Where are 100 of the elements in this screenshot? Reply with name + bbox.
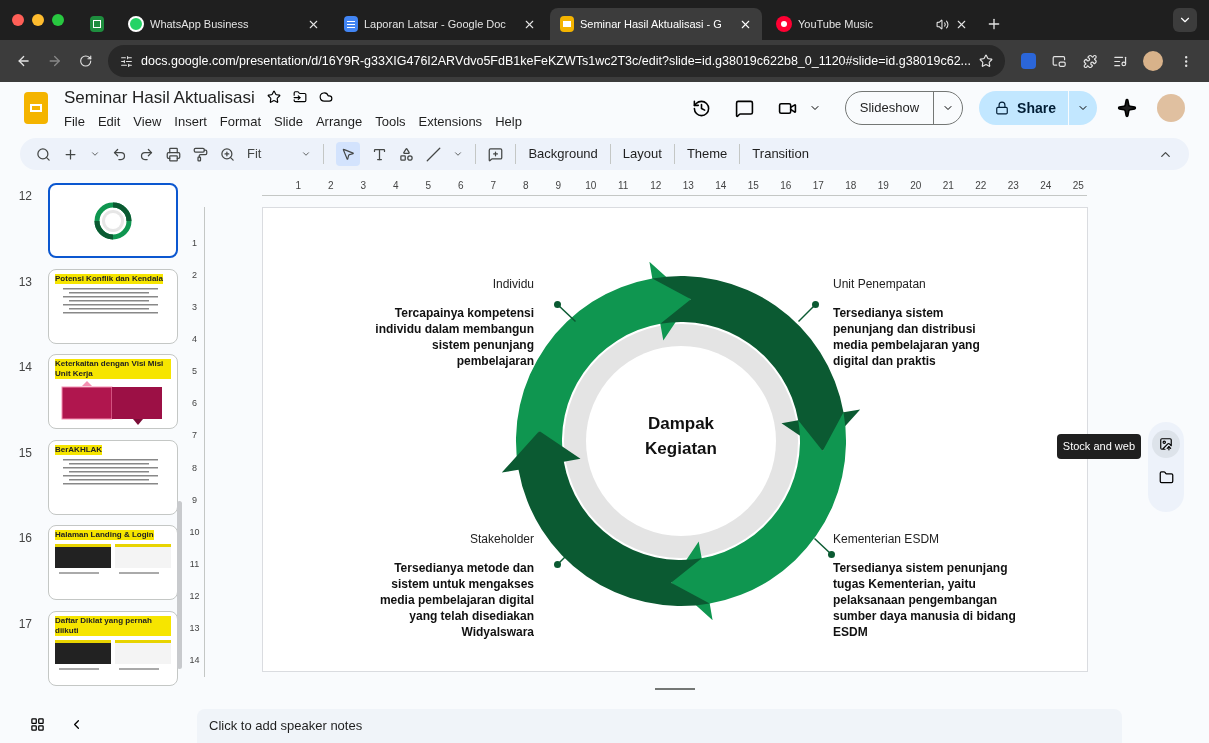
thumbnail-title: Daftar Diklat yang pernah diikuti (55, 615, 171, 636)
caret-icon[interactable] (90, 149, 100, 159)
stock-images-button[interactable] (1152, 430, 1180, 458)
menu-item[interactable]: File (64, 112, 85, 132)
add-comment-icon[interactable] (488, 146, 504, 162)
menu-item[interactable]: Slide (274, 112, 303, 132)
new-tab-icon[interactable] (986, 16, 1002, 32)
select-tool-button[interactable] (336, 142, 361, 166)
menu-item[interactable]: Format (219, 112, 261, 132)
print-icon[interactable] (166, 146, 181, 162)
toolbar-text-button[interactable]: Transition (752, 144, 809, 164)
ruler-number: 16 (780, 181, 792, 191)
browser-tab[interactable]: Seminar Hasil Aktualisasi - G (550, 8, 762, 40)
ruler-number: 11 (189, 559, 200, 569)
ruler-number: 17 (812, 181, 824, 191)
picture-in-picture-icon[interactable] (1052, 53, 1067, 69)
grid-view-icon[interactable] (30, 716, 45, 732)
undo-icon[interactable] (112, 146, 127, 162)
menu-item[interactable]: Help (495, 112, 522, 132)
slide-thumbnail[interactable]: Potensi Konflik dan Kendala (48, 268, 178, 344)
center-title: Dampak Kegiatan (644, 413, 718, 460)
comment-icon[interactable] (734, 98, 754, 118)
zoom-dropdown[interactable]: Fit (247, 144, 312, 164)
reload-icon[interactable] (78, 54, 93, 68)
toolbar-text-button[interactable]: Layout (622, 144, 662, 164)
line-icon[interactable] (426, 146, 442, 162)
history-icon[interactable] (691, 98, 711, 118)
new-slide-icon[interactable] (63, 146, 78, 162)
cursor-icon (341, 147, 356, 161)
ruler-number: 20 (910, 181, 922, 191)
search-icon[interactable] (36, 146, 51, 162)
ruler-number: 6 (457, 181, 464, 191)
menu-item[interactable]: Arrange (315, 112, 363, 132)
browser-tab[interactable]: YouTube Music (766, 8, 978, 40)
thumbnail-title: BerAKHLAK (55, 444, 103, 455)
ruler-number: 13 (682, 181, 694, 191)
ruler-number: 9 (192, 495, 197, 505)
star-icon[interactable] (266, 90, 281, 105)
document-title[interactable]: Seminar Hasil Aktualisasi (64, 84, 255, 110)
paint-format-icon[interactable] (193, 146, 208, 162)
thumbnail-title: Keterkaitan dengan Visi Misi Unit Kerja (55, 359, 171, 379)
browser-tab[interactable]: WhatsApp Business (118, 8, 330, 40)
ruler-number: 9 (555, 181, 562, 191)
ring-diagram-drawing (93, 201, 133, 241)
ruler-number: 14 (715, 181, 727, 191)
ruler-number: 6 (192, 399, 197, 409)
menu-item[interactable]: Tools (375, 112, 406, 132)
scrollbar[interactable] (177, 501, 182, 669)
quadrant-heading: Individu (491, 276, 534, 293)
ruler-number: 5 (425, 181, 432, 191)
tab-title: YouTube Music (798, 16, 873, 32)
forward-icon[interactable] (47, 53, 63, 69)
leader-line (553, 300, 579, 325)
ruler-number: 3 (360, 181, 367, 191)
slide-number: 17 (17, 615, 32, 633)
ruler-number: 4 (392, 181, 399, 191)
bookmark-star-icon[interactable] (979, 54, 993, 68)
back-icon[interactable] (16, 53, 32, 69)
ruler-number: 22 (975, 181, 987, 191)
ruler-number: 21 (942, 181, 954, 191)
slide-thumbnail[interactable] (48, 183, 178, 258)
menu-item[interactable]: Extensions (418, 112, 483, 132)
redo-icon[interactable] (139, 146, 154, 162)
resize-handle[interactable] (655, 688, 695, 690)
minimize-window-icon[interactable] (32, 14, 44, 26)
ruler-number: 7 (490, 181, 497, 191)
toolbar-text-button[interactable]: Theme (686, 144, 728, 164)
slide-thumbnail[interactable]: Halaman Landing & Login (48, 525, 178, 600)
close-window-icon[interactable] (12, 14, 24, 26)
ruler-number: 10 (585, 181, 597, 191)
tab-search-button[interactable] (1173, 8, 1197, 32)
slide-thumbnail[interactable]: Keterkaitan dengan Visi Misi Unit Kerja (48, 354, 178, 429)
zoom-icon[interactable] (220, 146, 235, 162)
menu-item[interactable]: View (133, 112, 162, 132)
document-icon (344, 16, 358, 32)
profile-avatar[interactable] (1143, 51, 1163, 71)
move-folder-icon[interactable] (292, 90, 307, 105)
text-box-icon[interactable] (372, 146, 388, 162)
ruler-number: 12 (189, 592, 200, 602)
sparkle-icon[interactable] (1117, 98, 1137, 118)
caret-icon[interactable] (453, 149, 464, 159)
ruler-number: 5 (192, 367, 197, 377)
menu-item[interactable]: Edit (97, 112, 121, 132)
folder-icon[interactable] (1158, 470, 1174, 485)
shape-icon[interactable] (399, 146, 415, 162)
tab-title: Laporan Latsar - Google Doc (364, 16, 506, 32)
speaker-notes-field[interactable]: Click to add speaker notes (197, 709, 1122, 743)
lock-icon (995, 101, 1010, 115)
address-field[interactable]: docs.google.com/presentation/d/16Y9R-g33XIG476I2ARVdvo5FdB1keFeKZWTs1wc2T3c/edit?slide=id.g38019c622b8_0_1120#slide=id.g38019c62... (108, 45, 1005, 77)
menu-item[interactable]: Insert (174, 112, 207, 132)
browser-tab[interactable]: Laporan Latsar - Google Doc (334, 8, 546, 40)
toolbar-text-button[interactable]: Background (528, 144, 598, 164)
ruler-number: 11 (618, 181, 629, 191)
maximize-window-icon[interactable] (52, 14, 64, 26)
slide-thumbnail[interactable]: BerAKHLAK (48, 439, 178, 515)
slide-thumbnail[interactable]: Daftar Diklat yang pernah diikuti (48, 610, 178, 686)
site-settings-icon[interactable] (120, 54, 134, 68)
extensions-icon[interactable] (1082, 53, 1098, 69)
speaker-icon[interactable] (936, 17, 949, 31)
quadrant-heading: Kementerian ESDM (833, 531, 941, 548)
